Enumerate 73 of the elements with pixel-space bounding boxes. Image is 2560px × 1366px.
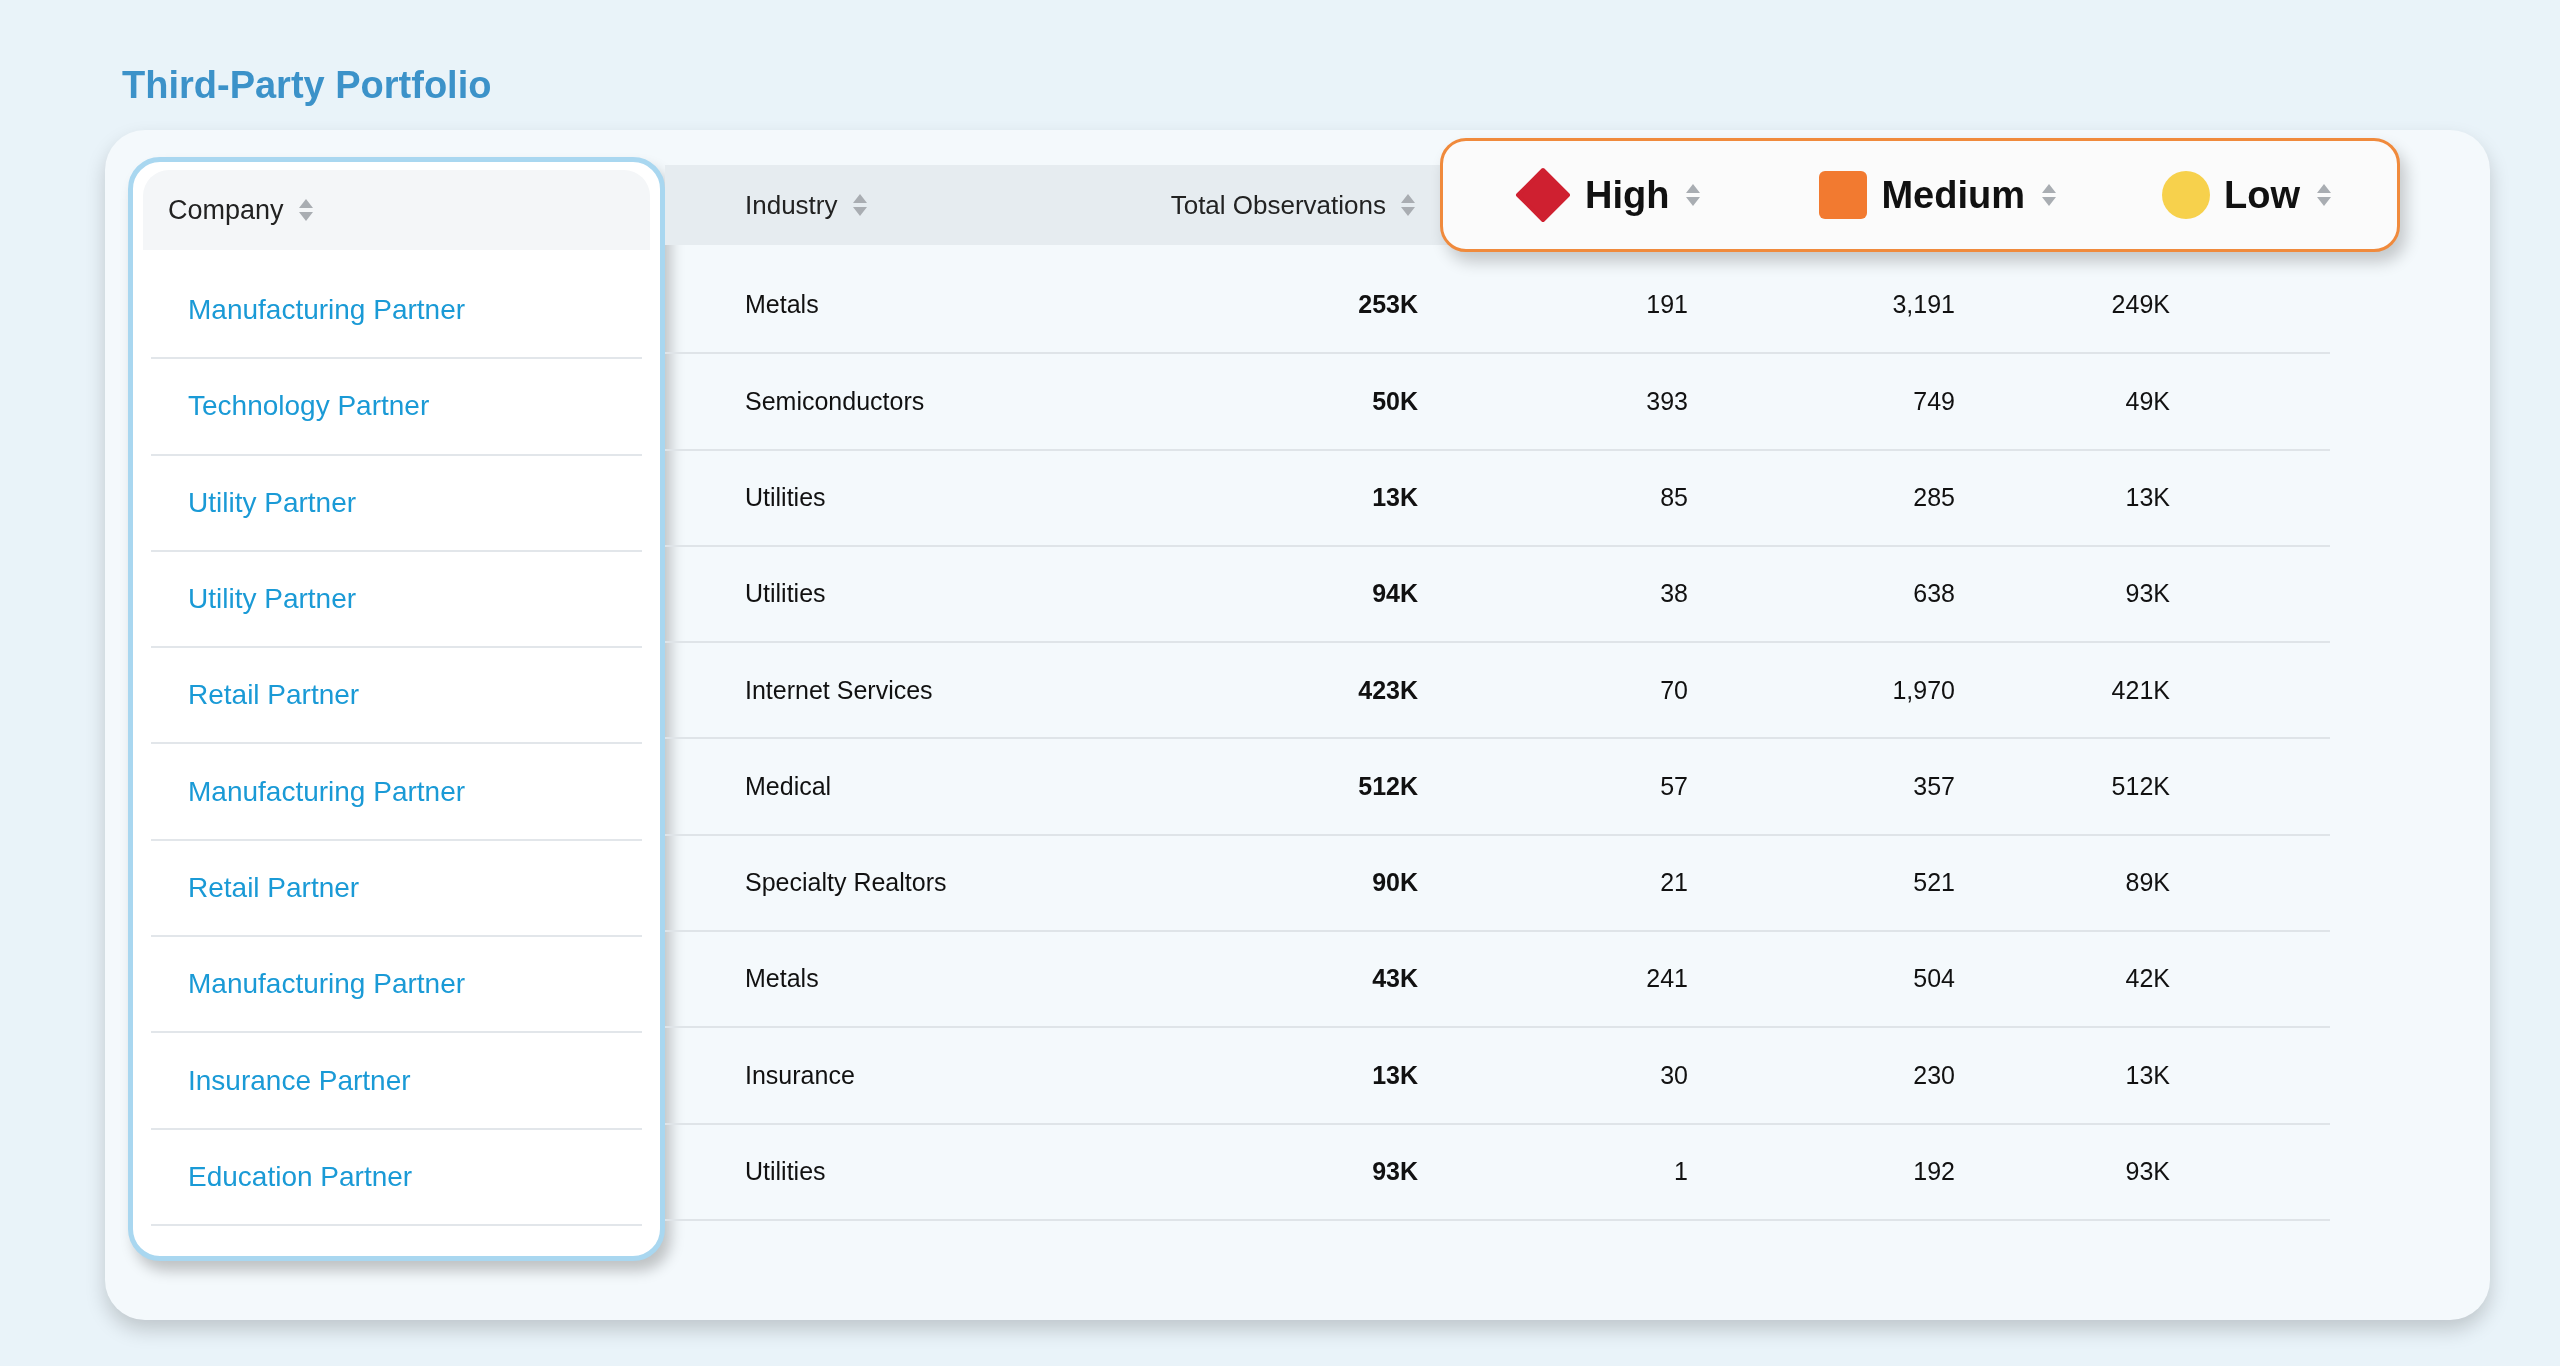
table-cell: Metals [745, 290, 819, 319]
table-cell: 57 [1660, 771, 1688, 800]
column-header[interactable]: Medium [1881, 166, 2025, 224]
sort-icon[interactable] [1400, 193, 1416, 217]
column-header[interactable]: High [1585, 166, 1670, 224]
table-cell: 512K [1358, 771, 1418, 800]
table-cell: 3,191 [1892, 290, 1955, 319]
table-cell: 13K [2125, 483, 2170, 511]
table-cell: 285 [1913, 483, 1955, 511]
table-cell: 423K [1358, 675, 1418, 704]
company-link[interactable]: Retail Partner [188, 674, 360, 717]
column-header[interactable]: Industry [745, 185, 838, 225]
table-cell: Specialty Realtors [745, 868, 947, 897]
table-cell: 70 [1660, 675, 1688, 704]
table-cell: 93K [2125, 1157, 2170, 1186]
table-cell: 93K [2125, 579, 2170, 608]
table-cell: Utilities [745, 1157, 826, 1186]
column-header[interactable]: Low [2224, 166, 2300, 224]
company-link[interactable]: Manufacturing Partner [188, 770, 466, 813]
table-cell: 504 [1913, 964, 1955, 993]
sort-icon[interactable] [2316, 183, 2332, 207]
table-cell: Utilities [745, 483, 826, 511]
company-link[interactable]: Retail Partner [188, 866, 360, 909]
column-header[interactable]: Company [168, 189, 284, 231]
table-cell: 521 [1913, 868, 1955, 897]
company-link[interactable]: Insurance Partner [188, 1059, 411, 1102]
table-cell: Metals [745, 964, 819, 993]
table-cell: 89K [2125, 868, 2170, 897]
table-cell: 13K [1372, 483, 1418, 511]
table-cell: 241 [1646, 964, 1688, 993]
table-cell: 512K [2111, 771, 2170, 800]
table-cell: 253K [1358, 290, 1418, 319]
table-cell: 93K [1372, 1157, 1418, 1186]
table-cell: 43K [1372, 964, 1418, 993]
sort-icon[interactable] [2041, 183, 2057, 207]
table-cell: 393 [1646, 386, 1688, 415]
table-cell: 192 [1913, 1157, 1955, 1186]
table-cell: Utilities [745, 579, 826, 608]
table-cell: 85 [1660, 483, 1688, 511]
table-cell: Medical [745, 771, 832, 800]
table-cell: 421K [2111, 675, 2170, 704]
column-header[interactable]: Total Observations [1170, 185, 1386, 225]
table-cell: 13K [2125, 1060, 2170, 1089]
company-link[interactable]: Manufacturing Partner [188, 289, 466, 332]
table-cell: 230 [1913, 1060, 1955, 1089]
table-cell: 1,970 [1892, 675, 1955, 704]
table-cell: 49K [2125, 386, 2170, 415]
sort-icon[interactable] [851, 193, 868, 217]
company-link[interactable]: Utility Partner [188, 578, 357, 621]
table-cell: 94K [1372, 579, 1418, 608]
table-cell: 21 [1660, 868, 1688, 897]
page-title: Third-Party Portfolio [122, 63, 493, 108]
sort-icon[interactable] [1685, 183, 1702, 207]
table-cell: Internet Services [745, 675, 933, 704]
company-link[interactable]: Technology Partner [188, 385, 430, 428]
table-cell: 42K [2125, 964, 2170, 993]
table-cell: 749 [1913, 386, 1955, 415]
table-cell: 357 [1913, 771, 1955, 800]
table-cell: 1 [1674, 1157, 1688, 1186]
table-cell: 38 [1660, 579, 1688, 608]
table-cell: 638 [1913, 579, 1955, 608]
table-cell: Semiconductors [745, 386, 925, 415]
table-cell: 13K [1372, 1060, 1418, 1089]
table-cell: 30 [1660, 1060, 1688, 1089]
table-cell: 191 [1646, 290, 1688, 319]
table-cell: 90K [1372, 868, 1418, 897]
table-cell: 249K [2111, 290, 2170, 319]
sort-icon[interactable] [297, 198, 314, 222]
company-link[interactable]: Utility Partner [188, 481, 357, 524]
company-link[interactable]: Education Partner [188, 1155, 413, 1198]
table-cell: Insurance [745, 1060, 855, 1089]
company-link[interactable]: Manufacturing Partner [188, 963, 466, 1006]
table-cell: 50K [1372, 386, 1418, 415]
